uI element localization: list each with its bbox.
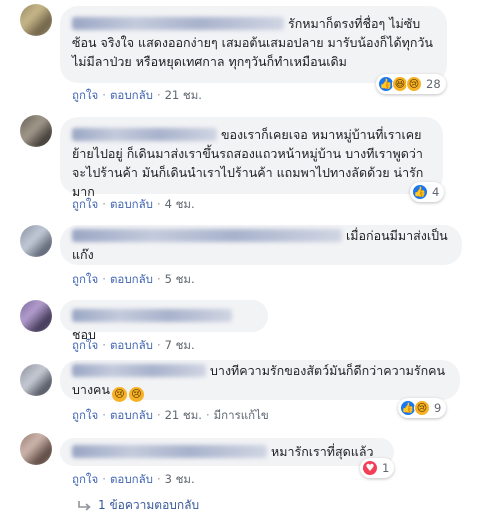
comment-bubble: เมื่อก่อนมีมาส่งเป็นแก๊ง <box>60 225 462 265</box>
comment-bubble: ชอบ <box>60 300 268 342</box>
comment-actions: ถูกใจ · ตอบกลับ · 7 ชม. <box>72 337 195 355</box>
like-link[interactable]: ถูกใจ <box>72 196 98 214</box>
timestamp[interactable]: 5 ชม. <box>165 271 195 289</box>
comment-actions: ถูกใจ · ตอบกลับ · 3 ชม. <box>72 471 195 489</box>
love-icon: ♥ <box>362 460 378 476</box>
timestamp[interactable]: 3 ชม. <box>165 471 195 489</box>
commenter-name[interactable] <box>72 17 284 30</box>
timestamp[interactable]: 4 ชม. <box>165 196 195 214</box>
reaction-summary[interactable]: 👍 😢 9 <box>398 398 447 418</box>
comment-bubble: ของเราก็เคยเจอ หมาหมู่บ้านที่เราเคยย้ายไ… <box>60 117 443 199</box>
commenter-name[interactable] <box>72 309 232 322</box>
sad-icon: 😢 <box>414 400 430 416</box>
like-link[interactable]: ถูกใจ <box>72 87 98 105</box>
commenter-name[interactable] <box>72 364 206 377</box>
avatar[interactable] <box>20 364 52 396</box>
reply-link[interactable]: ตอบกลับ <box>110 271 153 289</box>
reply-arrow-icon <box>78 500 91 511</box>
reply-link[interactable]: ตอบกลับ <box>110 337 153 355</box>
like-link[interactable]: ถูกใจ <box>72 407 98 425</box>
like-link[interactable]: ถูกใจ <box>72 337 98 355</box>
timestamp[interactable]: 21 ชม. <box>165 87 202 105</box>
like-icon: 👍 <box>412 184 428 200</box>
timestamp[interactable]: 21 ชม. <box>165 407 202 425</box>
commenter-name[interactable] <box>72 445 267 458</box>
reaction-count: 28 <box>426 77 441 91</box>
reaction-count: 1 <box>382 461 390 475</box>
commenter-name[interactable] <box>72 128 217 141</box>
commenter-name[interactable] <box>72 229 342 242</box>
comment-actions: ถูกใจ · ตอบกลับ · 21 ชม. <box>72 87 202 105</box>
sad-icon: 😢 <box>406 76 422 92</box>
comment-actions: ถูกใจ · ตอบกลับ · 4 ชม. <box>72 196 195 214</box>
comment-bubble: รักหมาก็ตรงที่ชื่อๆ ไม่ซับซ้อน จริงใจ แส… <box>60 6 447 83</box>
comment-text: หมารักเราที่สุดแล้ว <box>271 444 374 459</box>
reaction-count: 4 <box>432 185 440 199</box>
comment-actions: ถูกใจ · ตอบกลับ · 21 ชม. · มีการแก้ไข <box>72 407 269 425</box>
comment-actions: ถูกใจ · ตอบกลับ · 5 ชม. <box>72 271 195 289</box>
reaction-count: 9 <box>434 401 442 415</box>
reaction-summary[interactable]: 👍 😆 😢 28 <box>376 74 446 94</box>
sad-emoji-icon: 😢 <box>128 387 144 402</box>
reply-link[interactable]: ตอบกลับ <box>110 87 153 105</box>
reply-link[interactable]: ตอบกลับ <box>110 196 153 214</box>
reply-link[interactable]: ตอบกลับ <box>110 471 153 489</box>
like-link[interactable]: ถูกใจ <box>72 471 98 489</box>
avatar[interactable] <box>20 225 52 257</box>
avatar[interactable] <box>20 4 52 36</box>
sad-emoji-icon: 😢 <box>111 387 127 402</box>
avatar[interactable] <box>20 300 52 332</box>
timestamp[interactable]: 7 ชม. <box>165 337 195 355</box>
like-link[interactable]: ถูกใจ <box>72 271 98 289</box>
view-replies-link[interactable]: 1 ข้อความตอบกลับ <box>78 496 199 515</box>
edited-label[interactable]: มีการแก้ไข <box>214 407 269 425</box>
reply-link[interactable]: ตอบกลับ <box>110 407 153 425</box>
replies-count-label[interactable]: 1 ข้อความตอบกลับ <box>98 496 199 515</box>
reaction-summary[interactable]: 👍 4 <box>410 182 445 202</box>
avatar[interactable] <box>20 433 52 465</box>
comment-bubble: บางทีความรักของสัตว์มันก็ดีกว่าความรักคน… <box>60 360 460 402</box>
avatar[interactable] <box>20 115 52 147</box>
reaction-summary[interactable]: ♥ 1 <box>360 458 395 478</box>
comment-bubble: หมารักเราที่สุดแล้ว <box>60 438 394 466</box>
